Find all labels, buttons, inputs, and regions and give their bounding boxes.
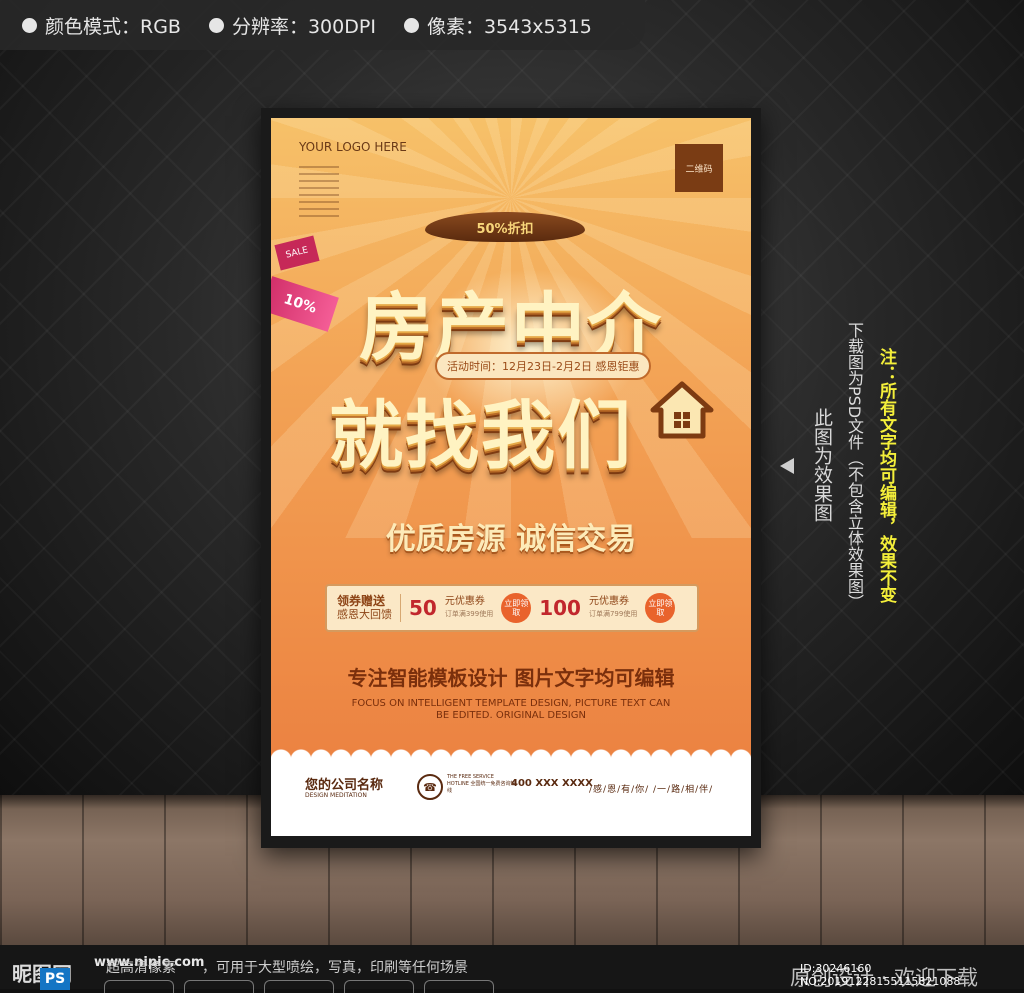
coupon-amount: 100	[539, 596, 581, 620]
qr-code-placeholder: 二维码	[675, 144, 723, 192]
info-color-mode: 颜色模式：RGB	[22, 12, 181, 39]
poster-footer: 您的公司名称 DESIGN MEDITATION ☎ THE FREE SERV…	[271, 746, 751, 836]
effect-note: 此图为效果图	[811, 408, 833, 522]
info-color-mode-label: 颜色模式：RGB	[45, 15, 181, 38]
bullet-icon	[22, 17, 37, 33]
coupon-name: 元优惠券	[444, 596, 485, 607]
coupon-text: 元优惠券 订单满799使用	[589, 596, 637, 620]
coupon-intro-b: 感恩大回馈	[337, 608, 392, 621]
small-text-block	[299, 166, 339, 220]
phone-icon: ☎	[417, 774, 443, 800]
info-pixels-label: 像素：3543x5315	[426, 15, 592, 38]
activity-time: 活动时间：12月23日-2月2日 感恩钜惠	[435, 352, 652, 380]
coupon-condition: 订单满799使用	[588, 610, 638, 618]
bullet-icon	[403, 17, 419, 33]
coupon-condition: 订单满399使用	[444, 610, 494, 618]
tag	[184, 980, 254, 993]
info-bar: 颜色模式：RGB 分辨率：300DPI 像素：3543x5315	[0, 0, 645, 50]
bullet-icon	[208, 17, 224, 33]
coupon-name: 元优惠券	[588, 596, 629, 607]
subtitle: 专注智能模板设计 图片文字均可编辑	[347, 666, 675, 690]
company-sub: DESIGN MEDITATION	[305, 792, 367, 799]
english-subtitle: FOCUS ON INTELLIGENT TEMPLATE DESIGN, PI…	[351, 698, 671, 721]
tag	[104, 980, 174, 993]
coupon-text: 元优惠券 订单满399使用	[445, 596, 493, 620]
poster: YOUR LOGO HERE 二维码 50%折扣 SALE 10% 房产中介 就…	[271, 118, 751, 836]
wave-edge	[271, 746, 751, 760]
usage-note: ，可用于大型喷绘，写真，印刷等任何场景	[202, 960, 468, 976]
hotline-label: THE FREE SERVICE HOTLINE 全国统一免费咨询热线	[447, 774, 516, 794]
info-resolution-label: 分辨率：300DPI	[231, 15, 376, 38]
discount-badge: 50%折扣	[425, 212, 585, 242]
coupon-amount: 50	[409, 596, 437, 620]
info-pixels: 像素：3543x5315	[403, 12, 592, 39]
phone-number: 400 XXX XXXX	[511, 778, 593, 789]
coupon-intro-a: 领券赠送	[337, 594, 386, 608]
slogan: 优质房源 诚信交易	[385, 522, 637, 557]
thanks-text: /感/恩/有/你/ /一/路/相/伴/	[589, 785, 714, 795]
company-name: 您的公司名称	[305, 778, 384, 793]
coupon-claim-button: 立即领取	[501, 593, 532, 623]
coupon-bar: 领券赠送 感恩大回馈 50 元优惠券 订单满399使用 立即领取 100 元优惠…	[325, 584, 699, 632]
tag	[344, 980, 414, 993]
psd-note: 下载图为PSD文件（不包含立体效果图）	[845, 322, 864, 611]
coupon-claim-button: 立即领取	[645, 593, 676, 623]
info-resolution: 分辨率：300DPI	[208, 12, 376, 39]
image-id: ID:30246160 NO:20191228155115821088	[800, 962, 961, 988]
ps-icon: PS	[40, 968, 70, 990]
edit-note: 注：所有文字均可编辑，效果不变	[876, 348, 896, 603]
coupon-intro: 领券赠送 感恩大回馈	[337, 594, 401, 622]
hd-label: 超高清像素	[106, 960, 176, 976]
tag	[264, 980, 334, 993]
tag	[424, 980, 494, 993]
house-icon	[650, 381, 714, 439]
logo-text: YOUR LOGO HERE	[299, 140, 407, 154]
tag-row	[104, 980, 494, 993]
arrow-left-icon	[780, 458, 794, 474]
poster-frame: YOUR LOGO HERE 二维码 50%折扣 SALE 10% 房产中介 就…	[261, 108, 761, 848]
